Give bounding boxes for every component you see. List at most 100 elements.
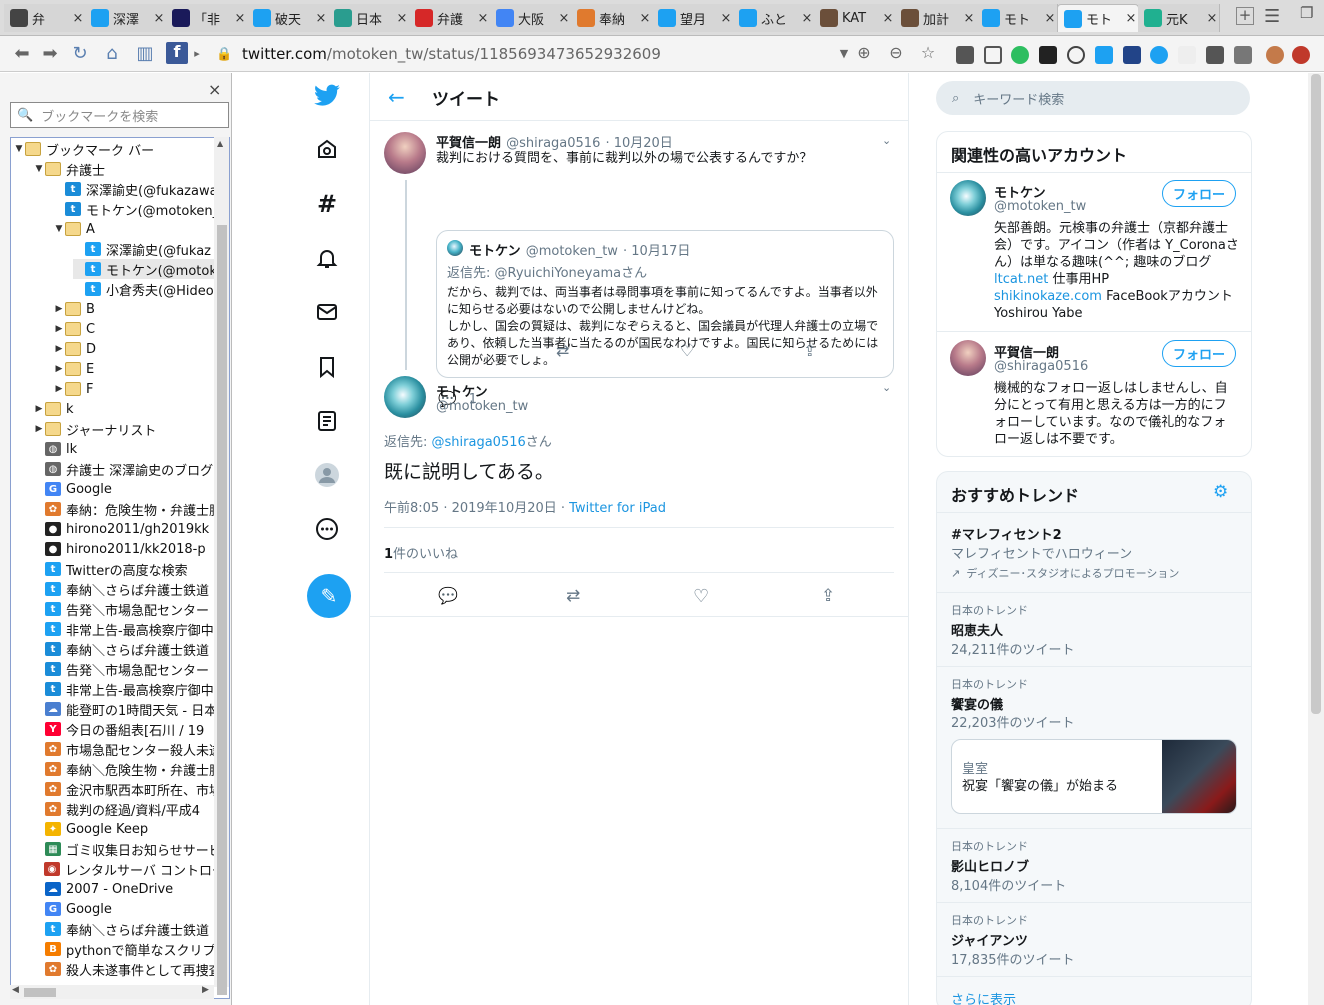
follow-button[interactable]: フォロー — [1162, 340, 1236, 367]
bookmark-item[interactable]: ✿ 市場急配センター殺人未遂 — [33, 739, 229, 759]
main-author-name[interactable]: モトケン — [436, 381, 488, 400]
main-source-link[interactable]: Twitter for iPad — [569, 501, 666, 516]
collapsed-arrow-icon[interactable]: ▶ — [53, 384, 65, 394]
tab-close-icon[interactable]: × — [881, 11, 895, 26]
bookmark-folder[interactable]: ▶ F — [53, 379, 229, 399]
parent-like-icon[interactable]: ♡ — [680, 341, 694, 360]
expanded-arrow-icon[interactable]: ▼ — [33, 164, 45, 174]
bookmark-item[interactable]: t 告発＼市場急配センター — [33, 599, 229, 619]
show-more-link[interactable]: さらに表示 — [951, 989, 1016, 1005]
extension-icon-5[interactable] — [1123, 46, 1141, 64]
account-handle[interactable]: @motoken_tw — [994, 199, 1086, 214]
bookmark-folder[interactable]: ▼ ブックマーク バー — [13, 139, 218, 159]
tab-close-icon[interactable]: × — [962, 11, 976, 26]
collapsed-arrow-icon[interactable]: ▶ — [53, 344, 65, 354]
bookmark-item[interactable]: ✿ 奉納：危険生物・弁護士脳 — [33, 499, 229, 519]
parent-retweet-icon[interactable]: ⇄ — [556, 341, 569, 360]
collapsed-arrow-icon[interactable]: ▶ — [53, 324, 65, 334]
tab-13[interactable]: モト × — [1057, 4, 1139, 32]
bookmark-item[interactable]: Y 今日の番組表[石川 / 19 — [33, 719, 229, 739]
bookmark-item[interactable]: ▦ ゴミ収集日お知らせサービス — [33, 839, 229, 859]
bio-link-shikinokaze[interactable]: shikinokaze.com — [994, 289, 1102, 304]
home-icon[interactable]: ⌂ — [100, 43, 124, 64]
bookmark-folder[interactable]: ▼ 弁護士 — [33, 159, 229, 179]
parent-more-chevron-icon[interactable]: ⌄ — [882, 134, 891, 147]
compose-tweet-button[interactable]: ✎ — [307, 574, 351, 618]
bookmark-folder[interactable]: ▶ D — [53, 339, 229, 359]
bookmark-scroll-thumb[interactable] — [217, 225, 227, 995]
close-sidebar-icon[interactable]: × — [208, 80, 221, 99]
tab-close-icon[interactable]: × — [638, 11, 652, 26]
twitter-logo-icon[interactable] — [302, 76, 352, 116]
tab-close-icon[interactable]: × — [800, 11, 814, 26]
account-avatar[interactable] — [950, 180, 986, 216]
bookmark-item[interactable]: t 非常上告-最高検察庁御中 — [33, 619, 229, 639]
expanded-arrow-icon[interactable]: ▼ — [13, 144, 25, 154]
zoom-icon[interactable]: ⊖ — [884, 43, 908, 62]
bookmark-item[interactable]: ✿ 裁判の経過/資料/平成4 — [33, 799, 229, 819]
profile-nav-icon[interactable] — [302, 455, 352, 495]
tab-close-icon[interactable]: × — [476, 11, 490, 26]
main-like-icon[interactable]: ♡ — [693, 586, 709, 607]
tab-10[interactable]: KAT × — [814, 4, 896, 32]
collapsed-arrow-icon[interactable]: ▶ — [53, 304, 65, 314]
collapsed-arrow-icon[interactable]: ▶ — [33, 424, 45, 434]
scroll-up-icon[interactable]: ▲ — [217, 139, 223, 148]
more-nav-icon[interactable] — [302, 509, 352, 549]
profile-icon[interactable] — [1266, 46, 1284, 64]
bookmark-item[interactable]: G Google — [33, 479, 229, 499]
bookmark-item[interactable]: t 非常上告-最高検察庁御中 — [33, 679, 229, 699]
bookmark-item[interactable]: t Twitterの高度な検索 — [33, 559, 229, 579]
tab-4[interactable]: 日本 × — [328, 4, 410, 32]
collapsed-arrow-icon[interactable]: ▶ — [53, 364, 65, 374]
scroll-right-icon[interactable]: ▶ — [202, 985, 209, 995]
tab-close-icon[interactable]: × — [1205, 11, 1219, 26]
parent-author-handle[interactable]: @shiraga0516 — [506, 136, 600, 151]
tab-9[interactable]: ふと × — [733, 4, 815, 32]
bookmark-item[interactable]: ● hirono2011/gh2019kk — [33, 519, 229, 539]
bookmark-h-scroll-thumb[interactable] — [24, 988, 56, 997]
main-author-handle[interactable]: @motoken_tw — [436, 399, 528, 414]
tab-close-icon[interactable]: × — [233, 11, 247, 26]
tab-close-icon[interactable]: × — [152, 11, 166, 26]
back-arrow-icon[interactable]: ⬅ — [10, 43, 34, 64]
bookmark-item[interactable]: t 深澤諭史(@fukaz — [73, 239, 229, 259]
main-retweet-icon[interactable]: ⇄ — [566, 586, 580, 606]
tab-11[interactable]: 加計 × — [895, 4, 977, 32]
forward-arrow-icon[interactable]: ➡ — [38, 43, 62, 64]
parent-tweet[interactable]: 平賀信一朗 @shiraga0516 · 10月20日 ⌄ 裁判における質問を、… — [370, 122, 908, 408]
home-nav-icon[interactable] — [302, 129, 352, 169]
extension-icon-1[interactable] — [956, 46, 974, 64]
account-avatar[interactable] — [950, 340, 986, 376]
overflow-chevron-icon[interactable]: ▸ — [192, 47, 202, 60]
main-more-chevron-icon[interactable]: ⌄ — [882, 381, 891, 394]
parent-avatar[interactable] — [384, 132, 426, 174]
bio-link-ltcat[interactable]: ltcat.net — [994, 272, 1048, 287]
extension-icon-7[interactable] — [1234, 46, 1252, 64]
bookmark-item[interactable]: G Google — [33, 899, 229, 919]
twitter-extension-icon[interactable] — [1150, 46, 1168, 64]
tab-close-icon[interactable]: × — [719, 11, 733, 26]
trend-news-card[interactable]: 皇室 祝宴「饗宴の儀」が始まる — [951, 739, 1237, 814]
url-extension-icon[interactable] — [1039, 46, 1057, 64]
tab-close-icon[interactable]: × — [395, 11, 409, 26]
tab-0[interactable]: 弁 × — [4, 4, 86, 32]
scroll-left-icon[interactable]: ◀ — [12, 985, 19, 995]
evernote-icon[interactable] — [1011, 46, 1029, 64]
tab-menu-icon[interactable]: ☰ — [1264, 6, 1280, 27]
bookmark-item[interactable]: ◍ 弁護士 深澤諭史のブログ — [33, 459, 229, 479]
font-extension-icon[interactable] — [1178, 46, 1196, 64]
main-reply-icon[interactable]: 💬 — [438, 586, 458, 605]
tab-3[interactable]: 破天 × — [247, 4, 329, 32]
page-scroll-thumb[interactable] — [1311, 74, 1321, 714]
quoted-tweet[interactable]: モトケン @motoken_tw · 10月17日 返信先: @RyuichiY… — [436, 230, 894, 378]
bookmark-item[interactable]: ☁ 2007 - OneDrive — [33, 879, 229, 899]
bookmark-item[interactable]: ◉ レンタルサーバ コントロール — [33, 859, 229, 879]
tab-1[interactable]: 深澤 × — [85, 4, 167, 32]
bookmark-folder[interactable]: ▶ C — [53, 319, 229, 339]
tab-close-icon[interactable]: × — [71, 11, 85, 26]
facebook-icon[interactable]: f — [166, 42, 188, 64]
bookmark-item[interactable]: ● hirono2011/kk2018-p — [33, 539, 229, 559]
collapsed-arrow-icon[interactable]: ▶ — [33, 404, 45, 414]
bookmark-folder[interactable]: ▶ ジャーナリスト — [33, 419, 229, 439]
